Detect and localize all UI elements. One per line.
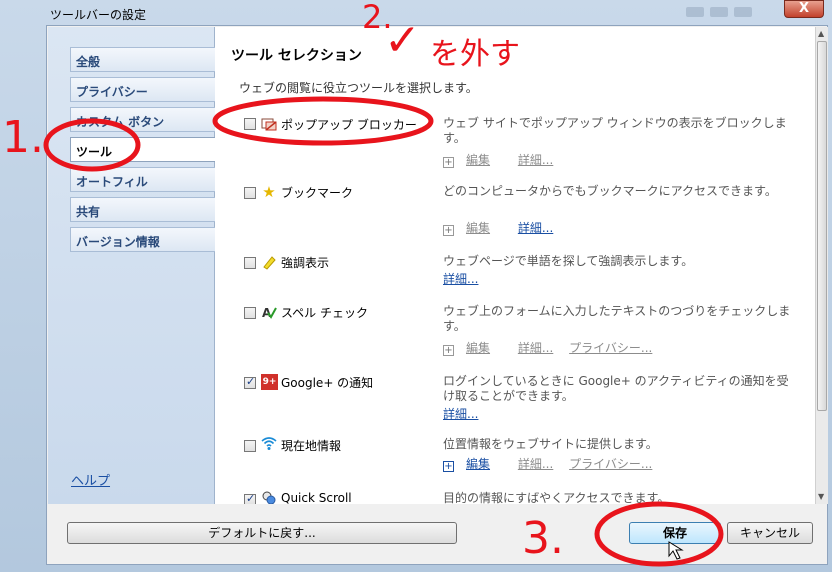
checkmark-annotation: ✓ [384, 15, 421, 66]
remove-label: を外す [430, 37, 520, 72]
mouse-cursor-icon [668, 541, 684, 560]
save-button-circle [594, 501, 724, 567]
popup-blocker-circle [212, 96, 434, 146]
step1-label: 1. [2, 112, 44, 163]
tools-tab-circle [43, 118, 141, 172]
step3-label: 3. [522, 513, 564, 564]
annotation-overlay [43, 96, 724, 567]
